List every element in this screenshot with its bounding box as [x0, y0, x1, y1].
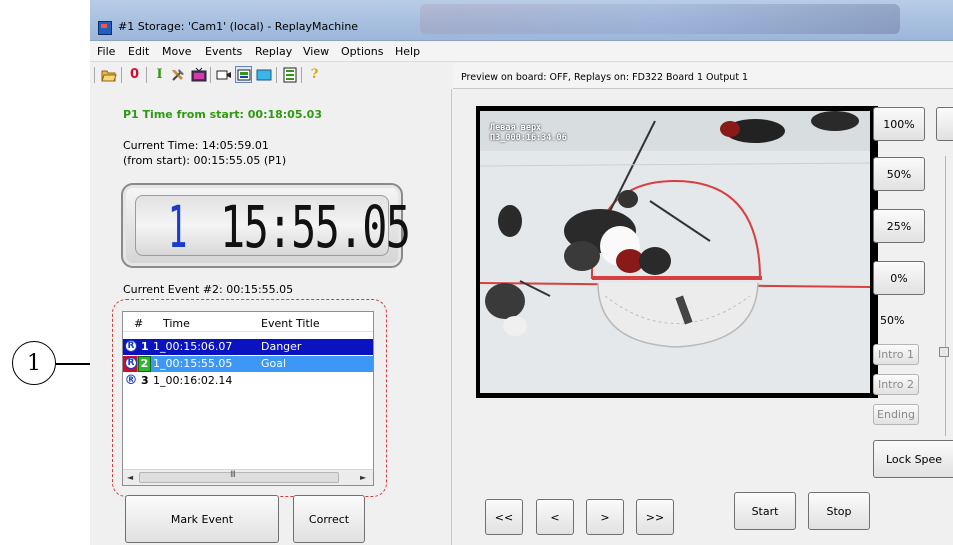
menu-edit[interactable]: Edit: [128, 45, 149, 58]
replay-status-icon: R: [123, 356, 137, 372]
menu-events[interactable]: Events: [205, 45, 242, 58]
menu-move[interactable]: Move: [162, 45, 192, 58]
zoom-50-button[interactable]: 50%: [873, 157, 925, 191]
menu-options[interactable]: Options: [341, 45, 383, 58]
hockey-frame-image: [480, 111, 870, 393]
title-bar: #1 Storage: 'Cam1' (local) - ReplayMachi…: [90, 0, 953, 41]
event-time: 1_00:15:55.05: [153, 357, 233, 370]
zero-icon[interactable]: 0: [126, 66, 143, 83]
menu-bar: File Edit Move Events Replay View Option…: [90, 42, 953, 62]
callout-label: 1: [27, 350, 41, 376]
mark-event-button[interactable]: Mark Event: [125, 495, 279, 543]
app-icon: [98, 21, 112, 35]
event-number: 3: [141, 374, 149, 387]
intro-2-button[interactable]: Intro 2: [873, 374, 919, 395]
menu-file[interactable]: File: [97, 45, 115, 58]
video-overlay-text: Левая верх ПЗ_000:16:34.06: [490, 123, 567, 143]
p1-time-label: P1 Time from start: 00:18:05.03: [123, 108, 322, 121]
speed-slider-track[interactable]: [945, 156, 953, 436]
registered-icon: ®: [124, 372, 138, 388]
lock-speed-button[interactable]: Lock Spee: [873, 440, 953, 478]
open-folder-icon[interactable]: [100, 66, 117, 83]
speed-slider-thumb[interactable]: [939, 347, 949, 357]
marker-icon[interactable]: I: [151, 66, 168, 83]
toolbar-separator: [210, 67, 211, 83]
scroll-grip: III: [230, 470, 236, 480]
tv-icon[interactable]: [190, 66, 207, 83]
toolbar-separator: [146, 67, 147, 83]
event-number: 1: [141, 340, 149, 353]
right-panel: Preview on board: OFF, Replays on: FD322…: [453, 63, 953, 545]
speed-value: 50%: [880, 314, 905, 327]
left-panel: P1 Time from start: 00:18:05.03 Current …: [90, 89, 452, 545]
preview-status-bar: Preview on board: OFF, Replays on: FD322…: [453, 63, 953, 89]
intro-1-button[interactable]: Intro 1: [873, 344, 919, 365]
menu-view[interactable]: View: [303, 45, 329, 58]
film-icon[interactable]: [235, 66, 252, 83]
time-digits: 15:55.05: [220, 193, 411, 261]
video-preview[interactable]: Левая верх ПЗ_000:16:34.06: [476, 106, 878, 398]
start-button[interactable]: Start: [734, 492, 796, 530]
offscreen-button[interactable]: [936, 107, 953, 141]
from-start-label: (from start): 00:15:55.05 (P1): [123, 154, 287, 167]
overlay-line-1: Левая верх: [490, 123, 542, 133]
prev-fast-button[interactable]: <<: [485, 499, 523, 535]
current-time-label: Current Time: 14:05:59.01: [123, 139, 269, 152]
callout-marker: 1: [12, 341, 56, 385]
preview-status-text: Preview on board: OFF, Replays on: FD322…: [461, 72, 749, 83]
zoom-0-button[interactable]: 0%: [873, 261, 925, 295]
event-list[interactable]: # Time Event Title R 1 1_00:15:06.07 Dan…: [122, 311, 374, 486]
event-row[interactable]: R 2 1_00:15:55.05 Goal: [123, 356, 373, 372]
column-number[interactable]: #: [134, 317, 143, 330]
event-time: 1_00:15:06.07: [153, 340, 233, 353]
window-title: #1 Storage: 'Cam1' (local) - ReplayMachi…: [118, 20, 359, 33]
monitor-icon[interactable]: [255, 66, 272, 83]
event-list-header: # Time Event Title: [123, 312, 373, 332]
scroll-thumb[interactable]: III: [139, 470, 339, 483]
next-button[interactable]: >: [586, 499, 624, 535]
event-number: 2: [138, 356, 151, 372]
prev-button[interactable]: <: [536, 499, 574, 535]
scroll-right-icon[interactable]: ►: [360, 473, 366, 482]
toolbar-separator: [276, 67, 277, 83]
event-time: 1_00:16:02.14: [153, 374, 233, 387]
camera-icon[interactable]: [215, 66, 232, 83]
time-display-screen: 1 15:55.05: [135, 193, 411, 261]
column-time[interactable]: Time: [163, 317, 190, 330]
period-digit: 1: [168, 193, 188, 261]
event-title: Goal: [261, 357, 287, 370]
event-title: Danger: [261, 340, 302, 353]
scroll-left-icon[interactable]: ◄: [127, 473, 133, 482]
correct-button[interactable]: Correct: [293, 495, 365, 543]
title-bar-blur: [420, 4, 900, 34]
menu-help[interactable]: Help: [395, 45, 420, 58]
ending-button[interactable]: Ending: [873, 404, 919, 425]
zoom-100-button[interactable]: 100%: [873, 107, 925, 141]
toolbar-separator: [121, 67, 122, 83]
menu-replay[interactable]: Replay: [255, 45, 292, 58]
current-event-label: Current Event #2: 00:15:55.05: [123, 283, 294, 296]
event-row[interactable]: R 1 1_00:15:06.07 Danger: [123, 339, 373, 355]
replay-status-icon: R: [125, 340, 137, 352]
help-icon[interactable]: ?: [306, 66, 323, 83]
video-frame: Левая верх ПЗ_000:16:34.06: [480, 111, 870, 393]
zoom-25-button[interactable]: 25%: [873, 209, 925, 243]
toolbar: 0 I ?: [90, 63, 452, 88]
time-display: 1 15:55.05: [121, 183, 411, 268]
event-row[interactable]: ® 3 1_00:16:02.14: [123, 373, 373, 389]
horizontal-scrollbar[interactable]: ◄ III ►: [123, 469, 373, 485]
stop-button[interactable]: Stop: [808, 492, 870, 530]
app-window: #1 Storage: 'Cam1' (local) - ReplayMachi…: [90, 0, 953, 545]
tools-icon[interactable]: [169, 66, 186, 83]
column-event-title[interactable]: Event Title: [261, 317, 320, 330]
toolbar-separator: [301, 67, 302, 83]
list-icon[interactable]: [281, 66, 298, 83]
overlay-line-2: ПЗ_000:16:34.06: [490, 133, 567, 143]
toolbar-grip: [94, 67, 95, 83]
replay-badge: R: [125, 357, 137, 369]
next-fast-button[interactable]: >>: [636, 499, 674, 535]
